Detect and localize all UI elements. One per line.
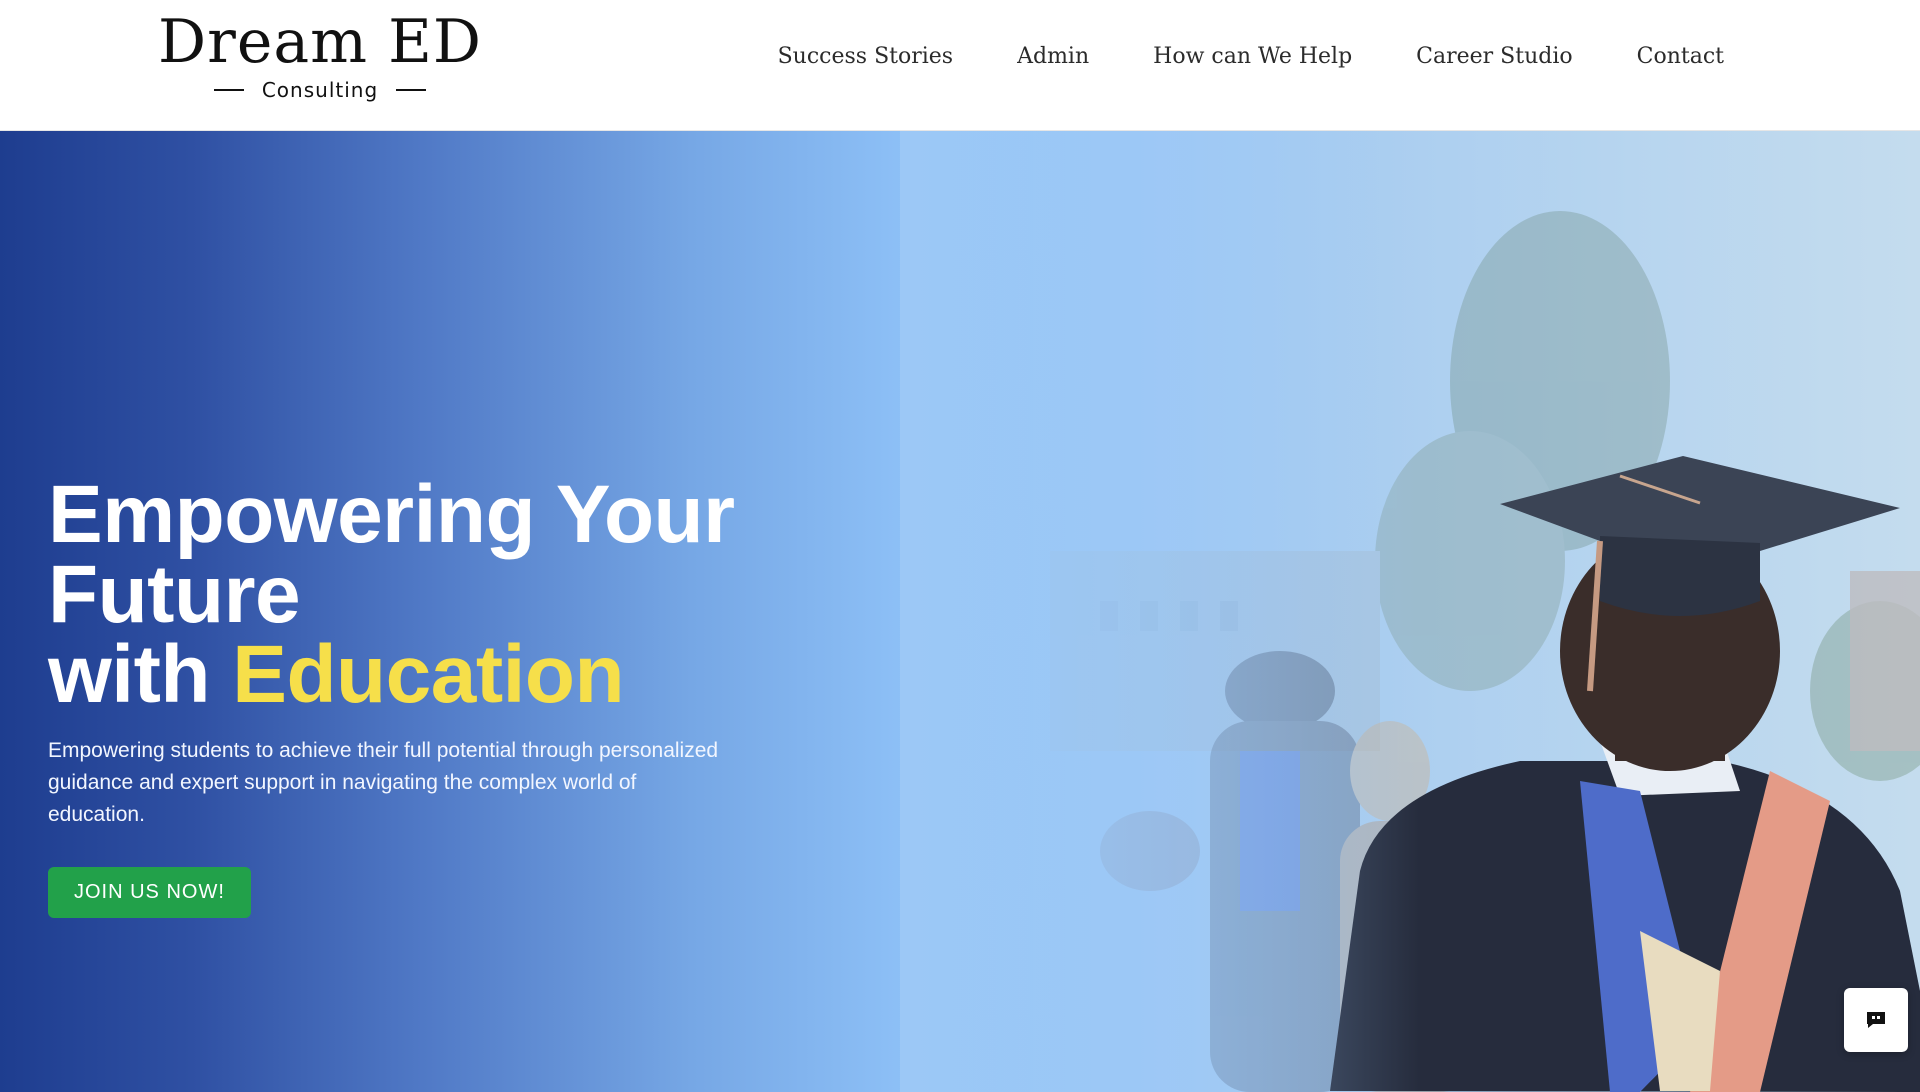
logo-dash-left <box>213 89 244 91</box>
hero-text-block: Empowering Your Future with Education Em… <box>48 474 748 918</box>
chat-bubble-quote-icon <box>1867 1012 1885 1028</box>
nav-admin[interactable]: Admin <box>1017 40 1089 74</box>
chat-widget-button[interactable] <box>1844 988 1908 1052</box>
nav-career-studio[interactable]: Career Studio <box>1416 40 1572 74</box>
logo-wordmark: Dream ED <box>158 7 482 77</box>
main-nav: Success Stories Admin How can We Help Ca… <box>778 40 1724 74</box>
logo-dash-right <box>396 89 427 91</box>
dream-ed-logo[interactable]: Dream ED Consulting <box>148 10 492 106</box>
hero-headline-accent: Education <box>232 629 625 720</box>
site-header: Dream ED Consulting Success Stories Admi… <box>0 0 1920 131</box>
logo-subtitle: Consulting <box>148 78 492 102</box>
logo-subtitle-text: Consulting <box>261 78 379 102</box>
hero-headline-line3-prefix: with <box>48 629 233 720</box>
join-us-button[interactable]: JOIN US NOW! <box>48 867 251 918</box>
hero-section: Empowering Your Future with Education Em… <box>0 131 1920 1092</box>
hero-description: Empowering students to achieve their ful… <box>48 739 719 826</box>
hero-headline-line1: Empowering Your <box>48 469 735 560</box>
nav-contact[interactable]: Contact <box>1637 40 1724 74</box>
nav-success-stories[interactable]: Success Stories <box>778 40 954 74</box>
hero-headline: Empowering Your Future with Education <box>48 474 748 716</box>
hero-headline-line2: Future <box>48 549 301 640</box>
nav-how-can-we-help[interactable]: How can We Help <box>1153 40 1352 74</box>
